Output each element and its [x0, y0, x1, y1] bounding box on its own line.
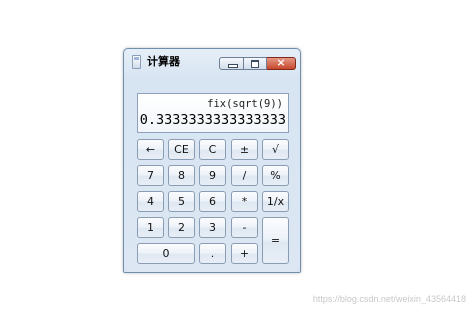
digit-5-button[interactable]: 5	[168, 191, 195, 212]
watermark: https://blog.csdn.net/weixin_43564418	[312, 294, 466, 304]
result-text: 0.3333333333333333	[139, 112, 286, 128]
sqrt-button[interactable]: √	[262, 139, 289, 160]
digit-9-button[interactable]: 9	[199, 165, 226, 186]
percent-button[interactable]: %	[262, 165, 289, 186]
calculator-display: fix(sqrt(9)) 0.3333333333333333	[137, 93, 289, 133]
close-icon: ×	[276, 56, 286, 69]
equals-button[interactable]: =	[262, 217, 289, 264]
minus-button[interactable]: -	[231, 217, 258, 238]
maximize-icon	[251, 60, 259, 68]
window-title: 计算器	[147, 55, 180, 68]
backspace-button[interactable]: ←	[137, 139, 164, 160]
clear-button[interactable]: C	[199, 139, 226, 160]
close-button[interactable]: ×	[267, 56, 296, 70]
digit-1-button[interactable]: 1	[137, 217, 164, 238]
minimize-button[interactable]	[219, 57, 244, 70]
decimal-button[interactable]: .	[199, 243, 226, 264]
plus-minus-button[interactable]: ±	[231, 139, 258, 160]
plus-button[interactable]: +	[231, 243, 258, 264]
calculator-icon	[132, 55, 141, 69]
digit-7-button[interactable]: 7	[137, 165, 164, 186]
expression-text: fix(sqrt(9))	[207, 98, 283, 110]
digit-3-button[interactable]: 3	[199, 217, 226, 238]
divide-button[interactable]: /	[231, 165, 258, 186]
digit-0-button[interactable]: 0	[137, 243, 195, 264]
maximize-button[interactable]	[244, 57, 267, 70]
reciprocal-button[interactable]: 1/x	[262, 191, 289, 212]
clear-entry-button[interactable]: CE	[168, 139, 195, 160]
calculator-window: 计算器 × fix(sqrt(9)) 0.3333333333333333 ← …	[123, 48, 301, 273]
multiply-button[interactable]: *	[231, 191, 258, 212]
digit-2-button[interactable]: 2	[168, 217, 195, 238]
digit-8-button[interactable]: 8	[168, 165, 195, 186]
minimize-icon	[228, 64, 238, 68]
digit-4-button[interactable]: 4	[137, 191, 164, 212]
digit-6-button[interactable]: 6	[199, 191, 226, 212]
